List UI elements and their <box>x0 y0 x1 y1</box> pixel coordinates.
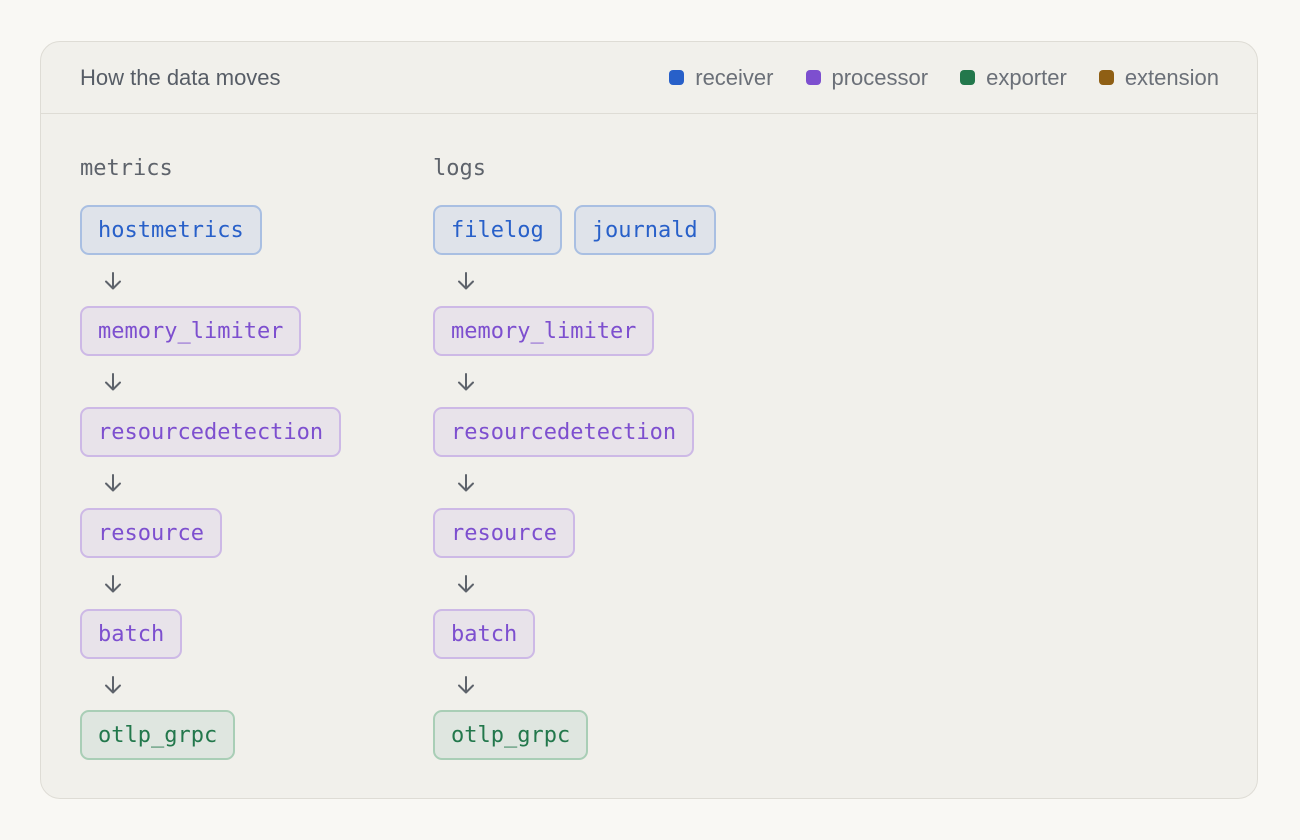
arrow-down-icon <box>80 659 146 710</box>
pipeline-stage: resource <box>433 508 716 558</box>
arrow-down-icon <box>433 356 499 407</box>
pipeline-stage: batch <box>433 609 716 659</box>
arrow-down-icon <box>433 558 499 609</box>
node-memory-limiter[interactable]: memory_limiter <box>433 306 655 356</box>
arrow-down-icon <box>80 356 146 407</box>
legend-label: processor <box>831 64 929 90</box>
data-flow-card: How the data moves receiver processor ex… <box>40 41 1258 799</box>
card-title: How the data moves <box>80 64 281 90</box>
exporter-swatch-icon <box>960 70 976 85</box>
pipeline-stage: memory_limiter <box>433 306 716 356</box>
node-resource[interactable]: resource <box>80 508 222 558</box>
arrow-down-icon <box>80 558 146 609</box>
node-hostmetrics[interactable]: hostmetrics <box>80 205 262 255</box>
arrow-down-icon <box>433 659 499 710</box>
node-filelog[interactable]: filelog <box>433 205 562 255</box>
pipeline-name: logs <box>433 156 486 181</box>
legend-label: extension <box>1124 64 1219 90</box>
arrow-down-icon <box>80 255 146 306</box>
pipeline-stage: resourcedetection <box>433 407 716 457</box>
pipeline-stage: resource <box>80 508 341 558</box>
node-otlp-grpc[interactable]: otlp_grpc <box>433 710 589 760</box>
pipeline-stage: resourcedetection <box>80 407 342 457</box>
processor-swatch-icon <box>805 70 821 85</box>
pipeline-stage: otlp_grpc <box>433 710 716 760</box>
arrow-down-icon <box>80 457 146 508</box>
node-batch[interactable]: batch <box>433 609 536 659</box>
extension-swatch-icon <box>1098 70 1114 85</box>
pipeline-stage: memory_limiter <box>80 306 341 356</box>
legend-label: exporter <box>986 64 1067 90</box>
pipeline-logs: logs filelog journald memory_limiter res… <box>433 154 716 760</box>
pipeline-stage: otlp_grpc <box>80 710 341 760</box>
legend-item-processor: processor <box>805 64 929 91</box>
receiver-swatch-icon <box>669 70 685 85</box>
arrow-down-icon <box>433 457 499 508</box>
pipeline-name: metrics <box>80 156 173 181</box>
pipeline-stage: hostmetrics <box>80 205 341 255</box>
legend-item-exporter: exporter <box>960 65 1067 91</box>
node-resource[interactable]: resource <box>433 508 575 558</box>
legend: receiver processor exporter extension <box>669 65 1219 91</box>
pipeline-stage: filelog journald <box>433 205 716 255</box>
pipeline-stage: batch <box>80 609 341 659</box>
arrow-down-icon <box>433 255 499 306</box>
node-resourcedetection[interactable]: resourcedetection <box>80 407 342 457</box>
node-batch[interactable]: batch <box>80 609 183 659</box>
legend-item-receiver: receiver <box>669 64 774 91</box>
card-header: How the data moves receiver processor ex… <box>41 42 1257 114</box>
node-resourcedetection[interactable]: resourcedetection <box>433 407 695 457</box>
pipeline-metrics: metrics hostmetrics memory_limiter resou… <box>80 154 342 760</box>
legend-label: receiver <box>695 64 774 90</box>
node-otlp-grpc[interactable]: otlp_grpc <box>80 710 236 760</box>
node-memory-limiter[interactable]: memory_limiter <box>80 306 302 356</box>
node-journald[interactable]: journald <box>573 205 716 255</box>
legend-item-extension: extension <box>1098 64 1219 91</box>
